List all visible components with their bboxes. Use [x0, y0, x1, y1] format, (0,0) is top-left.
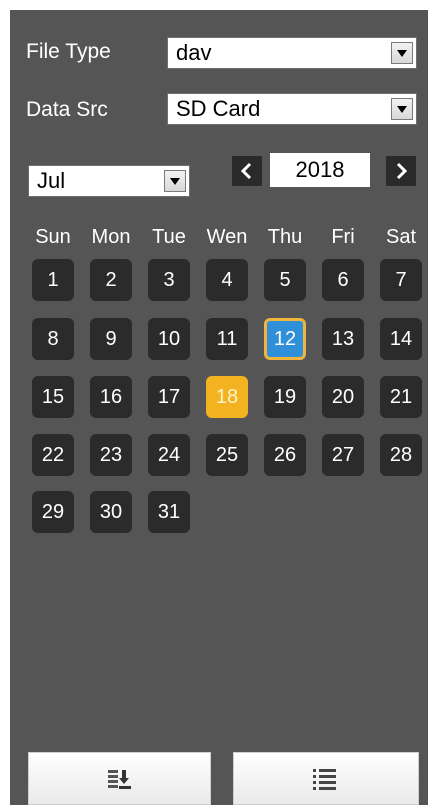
- day-cell-28[interactable]: 28: [380, 434, 422, 476]
- prev-year-button[interactable]: [232, 156, 262, 186]
- list-button[interactable]: [233, 752, 419, 805]
- chevron-down-icon[interactable]: [164, 170, 186, 192]
- day-cell-12[interactable]: 12: [264, 318, 306, 360]
- day-cell-3[interactable]: 3: [148, 259, 190, 301]
- day-cell-8[interactable]: 8: [32, 318, 74, 360]
- next-year-button[interactable]: [386, 156, 416, 186]
- day-cell-23[interactable]: 23: [90, 434, 132, 476]
- day-cell-6[interactable]: 6: [322, 259, 364, 301]
- day-cell-26[interactable]: 26: [264, 434, 306, 476]
- weekday-label: Sun: [35, 226, 71, 248]
- chevron-left-icon: [240, 162, 252, 180]
- day-cell-25[interactable]: 25: [206, 434, 248, 476]
- day-cell-22[interactable]: 22: [32, 434, 74, 476]
- chevron-down-icon[interactable]: [391, 98, 413, 120]
- day-cell-7[interactable]: 7: [380, 259, 422, 301]
- year-display[interactable]: 2018: [270, 153, 370, 187]
- chevron-down-icon[interactable]: [391, 42, 413, 64]
- day-cell-9[interactable]: 9: [90, 318, 132, 360]
- day-cell-10[interactable]: 10: [148, 318, 190, 360]
- download-button[interactable]: [28, 752, 211, 805]
- file-type-label: File Type: [26, 40, 111, 63]
- day-cell-30[interactable]: 30: [90, 491, 132, 533]
- day-cell-27[interactable]: 27: [322, 434, 364, 476]
- day-cell-1[interactable]: 1: [32, 259, 74, 301]
- file-type-select[interactable]: dav: [167, 37, 417, 69]
- day-cell-13[interactable]: 13: [322, 318, 364, 360]
- weekday-label: Fri: [331, 226, 355, 248]
- weekday-label: Thu: [267, 226, 303, 248]
- month-select[interactable]: Jul: [28, 165, 190, 197]
- weekday-label: Sat: [385, 226, 417, 248]
- weekday-label: Mon: [91, 226, 131, 248]
- day-cell-18[interactable]: 18: [206, 376, 248, 418]
- day-cell-2[interactable]: 2: [90, 259, 132, 301]
- day-cell-29[interactable]: 29: [32, 491, 74, 533]
- day-cell-24[interactable]: 24: [148, 434, 190, 476]
- month-value: Jul: [37, 168, 66, 193]
- day-cell-19[interactable]: 19: [264, 376, 306, 418]
- day-cell-14[interactable]: 14: [380, 318, 422, 360]
- chevron-right-icon: [396, 162, 408, 180]
- day-cell-15[interactable]: 15: [32, 376, 74, 418]
- data-src-select[interactable]: SD Card: [167, 93, 417, 125]
- day-cell-31[interactable]: 31: [148, 491, 190, 533]
- file-type-value: dav: [176, 40, 212, 65]
- day-cell-5[interactable]: 5: [264, 259, 306, 301]
- day-cell-20[interactable]: 20: [322, 376, 364, 418]
- weekday-label: Wen: [206, 226, 248, 248]
- list-icon: [313, 769, 336, 790]
- day-cell-16[interactable]: 16: [90, 376, 132, 418]
- download-icon: [108, 770, 131, 789]
- data-src-label: Data Src: [26, 98, 108, 121]
- day-cell-4[interactable]: 4: [206, 259, 248, 301]
- weekday-label: Tue: [152, 226, 186, 248]
- day-cell-11[interactable]: 11: [206, 318, 248, 360]
- day-cell-21[interactable]: 21: [380, 376, 422, 418]
- data-src-value: SD Card: [176, 96, 261, 121]
- day-cell-17[interactable]: 17: [148, 376, 190, 418]
